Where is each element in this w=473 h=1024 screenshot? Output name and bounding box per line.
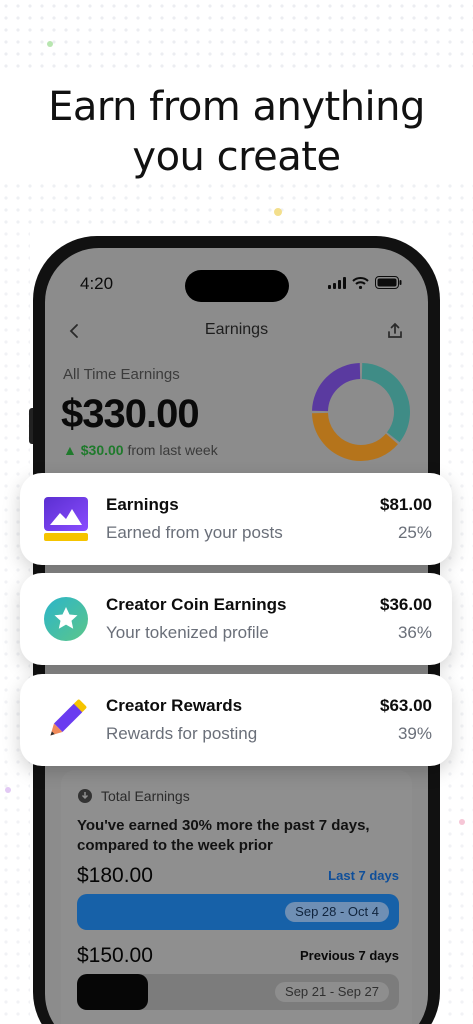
total-earnings-card: Total Earnings You've earned 30% more th…	[61, 770, 412, 1024]
creator-rewards-card-subtitle: Rewards for posting	[106, 724, 258, 743]
status-bar: 4:20	[45, 270, 428, 302]
star-coin-icon	[44, 597, 88, 641]
share-icon[interactable]	[384, 320, 406, 342]
nav-title: Earnings	[204, 321, 269, 338]
all-time-earnings-label: All Time Earnings	[63, 366, 180, 383]
earnings-card-amount: $81.00	[380, 495, 432, 514]
nav-bar: Earnings	[45, 312, 428, 352]
creator-coin-card-percent: 36%	[397, 623, 432, 642]
period-previous-bar-fill	[77, 974, 148, 1010]
headline-line-2: you create	[132, 134, 341, 180]
creator-rewards-card-amount: $63.00	[380, 696, 432, 715]
donut-segment-3	[312, 363, 361, 412]
creator-coin-card-subtitle: Your tokenized profile	[106, 623, 269, 642]
creator-coin-card-amount: $36.00	[380, 595, 432, 614]
battery-icon	[375, 276, 402, 289]
earnings-delta: ▲ $30.00 from last week	[63, 442, 218, 458]
total-earnings-description: You've earned 30% more the past 7 days, …	[77, 817, 370, 854]
earnings-card-percent: 25%	[397, 523, 432, 542]
creator-rewards-card[interactable]: Creator Rewards Rewards for posting $63.…	[20, 674, 452, 766]
earnings-card-title: Earnings	[106, 495, 179, 514]
period-previous-label: Previous 7 days	[300, 948, 399, 963]
creator-rewards-card-title: Creator Rewards	[106, 696, 243, 715]
earnings-card[interactable]: Earnings Earned from your posts $81.00 2…	[20, 473, 452, 565]
download-circle-icon	[78, 789, 92, 803]
page-headline: Earn from anything you create	[0, 82, 473, 182]
creator-coin-earnings-card[interactable]: Creator Coin Earnings Your tokenized pro…	[20, 573, 452, 665]
period-previous-amount: $150.00	[77, 944, 153, 967]
all-time-earnings-amount: $330.00	[61, 392, 200, 436]
total-earnings-title: Total Earnings	[101, 788, 190, 804]
pencil-icon	[50, 699, 87, 736]
image-icon	[44, 497, 88, 541]
delta-value: $30.00	[80, 442, 124, 458]
donut-segment-2	[312, 412, 398, 461]
period-current-label: Last 7 days	[328, 868, 399, 883]
headline-line-1: Earn from anything	[48, 84, 425, 130]
creator-rewards-card-percent: 39%	[397, 724, 432, 743]
status-time: 4:20	[80, 274, 114, 293]
period-current-amount: $180.00	[77, 864, 153, 887]
dynamic-island	[185, 270, 289, 302]
delta-text: from last week	[127, 442, 218, 458]
wifi-icon	[352, 276, 369, 289]
period-current-range: Sep 28 - Oct 4	[285, 902, 389, 922]
period-previous-bar: Sep 21 - Sep 27	[77, 974, 399, 1010]
period-previous-range: Sep 21 - Sep 27	[275, 982, 389, 1002]
signal-icon	[328, 276, 346, 289]
status-icons	[328, 276, 402, 289]
earnings-card-subtitle: Earned from your posts	[106, 523, 283, 542]
delta-up-arrow-icon: ▲	[63, 442, 77, 458]
donut-segment-1	[361, 363, 410, 443]
period-current-bar: Sep 28 - Oct 4	[77, 894, 399, 930]
earnings-donut-chart	[312, 363, 410, 461]
total-earnings-heading: Total Earnings	[77, 788, 190, 804]
creator-coin-card-title: Creator Coin Earnings	[106, 595, 287, 614]
